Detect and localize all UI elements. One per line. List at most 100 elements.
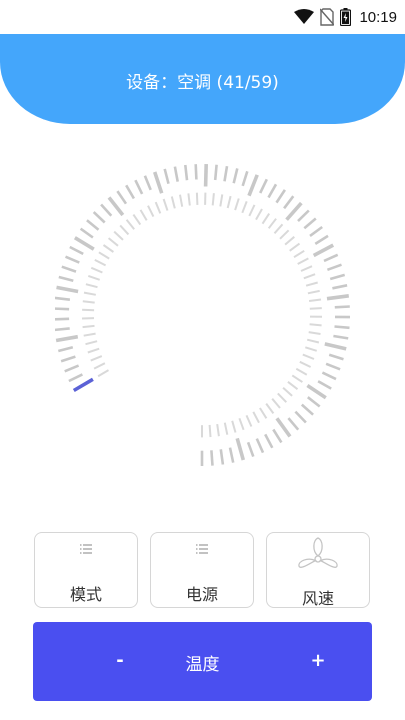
dial-tick (264, 433, 274, 449)
dial-inner-tick (195, 192, 199, 205)
dial-inner-tick (219, 194, 224, 207)
no-sim-icon (320, 8, 335, 26)
dial-tick (306, 384, 327, 400)
dial-tick (287, 417, 300, 431)
dial-inner-tick (216, 423, 220, 437)
temperature-dial[interactable] (55, 155, 355, 475)
dial-inner-tick (273, 223, 284, 234)
dial-tick (55, 334, 79, 343)
dial-inner-tick (234, 198, 240, 211)
page-title: 设备：空调 (41/59) (126, 73, 279, 93)
dial-tick (58, 275, 74, 283)
mode-button[interactable]: 模式 (34, 532, 138, 608)
dial-tick (55, 317, 70, 321)
dial-inner-tick (187, 193, 191, 206)
dial-inner-tick (94, 259, 107, 267)
dial-tick (69, 245, 84, 256)
dial-tick (134, 179, 144, 195)
dial-inner-tick (107, 237, 119, 247)
dial-inner-tick (267, 218, 277, 229)
dial-tick (324, 342, 347, 351)
dial-tick (283, 195, 295, 210)
dial-tick (329, 273, 346, 281)
dial-tick (61, 265, 77, 273)
dial-tick (326, 294, 350, 301)
dial-inner-tick (93, 362, 106, 370)
dial-tick (92, 211, 106, 224)
dial-tick (64, 255, 80, 264)
dial-inner-tick (85, 340, 98, 346)
dial-tick (173, 166, 179, 182)
dial-inner-tick (83, 291, 96, 296)
dial-tick (235, 437, 246, 461)
dial-inner-tick (226, 195, 232, 209)
dial-tick (326, 263, 342, 272)
dial-inner-tick (208, 424, 212, 438)
dial-tick (116, 190, 128, 205)
dial-inner-tick (279, 229, 290, 240)
list-icon (35, 543, 137, 555)
dial-inner-tick (302, 353, 315, 360)
dial-tick (152, 171, 164, 194)
mode-label: 模式 (69, 585, 102, 604)
dial-tick (64, 364, 80, 373)
dial-tick (333, 334, 349, 340)
dial-inner-tick (90, 266, 103, 274)
dial-tick (57, 346, 74, 353)
dial-inner-tick (255, 208, 263, 221)
dial-tick (294, 410, 307, 424)
dial-tick (300, 403, 314, 416)
dial-inner-tick (293, 249, 305, 259)
dial-inner-tick (211, 193, 215, 206)
dial-tick (55, 327, 70, 332)
dial-tick (312, 243, 335, 258)
fan-speed-button[interactable]: 风速 (266, 532, 370, 608)
dial-inner-tick (238, 417, 245, 431)
fan-icon (267, 535, 369, 579)
fan-speed-label: 风速 (301, 589, 334, 608)
dial-inner-tick (259, 407, 268, 419)
dial-inner-tick (98, 251, 110, 260)
dial-tick (184, 164, 189, 181)
power-label: 电源 (185, 585, 218, 604)
dial-tick (143, 175, 152, 191)
increase-temperature-button[interactable]: + (303, 648, 333, 674)
dial-tick (100, 203, 113, 217)
dial-inner-tick (309, 307, 322, 310)
dial-tick (228, 447, 235, 463)
dial-inner-tick (248, 204, 256, 217)
dial-inner-tick (295, 367, 308, 376)
dial-tick (328, 353, 344, 361)
power-button[interactable]: 电源 (150, 532, 254, 608)
dial-tick (223, 165, 229, 182)
dial-tick (317, 380, 332, 390)
dial-inner-tick (265, 403, 275, 414)
status-bar: 10:19 (0, 0, 405, 34)
dial-inner-tick (97, 369, 110, 378)
status-time: 10:19 (359, 8, 397, 26)
dial-inner-tick (305, 281, 318, 287)
dial-tick (219, 449, 225, 465)
dial-inner-tick (170, 196, 176, 209)
dial-tick (255, 438, 265, 454)
dial-inner-tick (307, 289, 320, 295)
dial-inner-tick (147, 205, 155, 218)
dial-inner-tick (82, 300, 95, 304)
dial-inner-tick (162, 198, 169, 211)
dial-inner-tick (90, 355, 103, 362)
dial-tick (272, 428, 283, 444)
dial-inner-tick (154, 201, 162, 214)
dial-inner-tick (113, 230, 124, 241)
dial-inner-tick (87, 347, 100, 354)
dial-tick (306, 396, 321, 408)
dial-tick (55, 307, 70, 311)
dial-tick (275, 189, 286, 204)
dial-tick (332, 284, 348, 290)
dial-tick (297, 209, 310, 223)
dial-inner-tick (297, 257, 309, 265)
temperature-control: - 温度 + (33, 622, 372, 701)
dial-inner-tick (284, 236, 295, 246)
dial-inner-tick (261, 213, 271, 225)
dial-inner-tick (308, 298, 322, 302)
dial-tick (323, 253, 339, 263)
